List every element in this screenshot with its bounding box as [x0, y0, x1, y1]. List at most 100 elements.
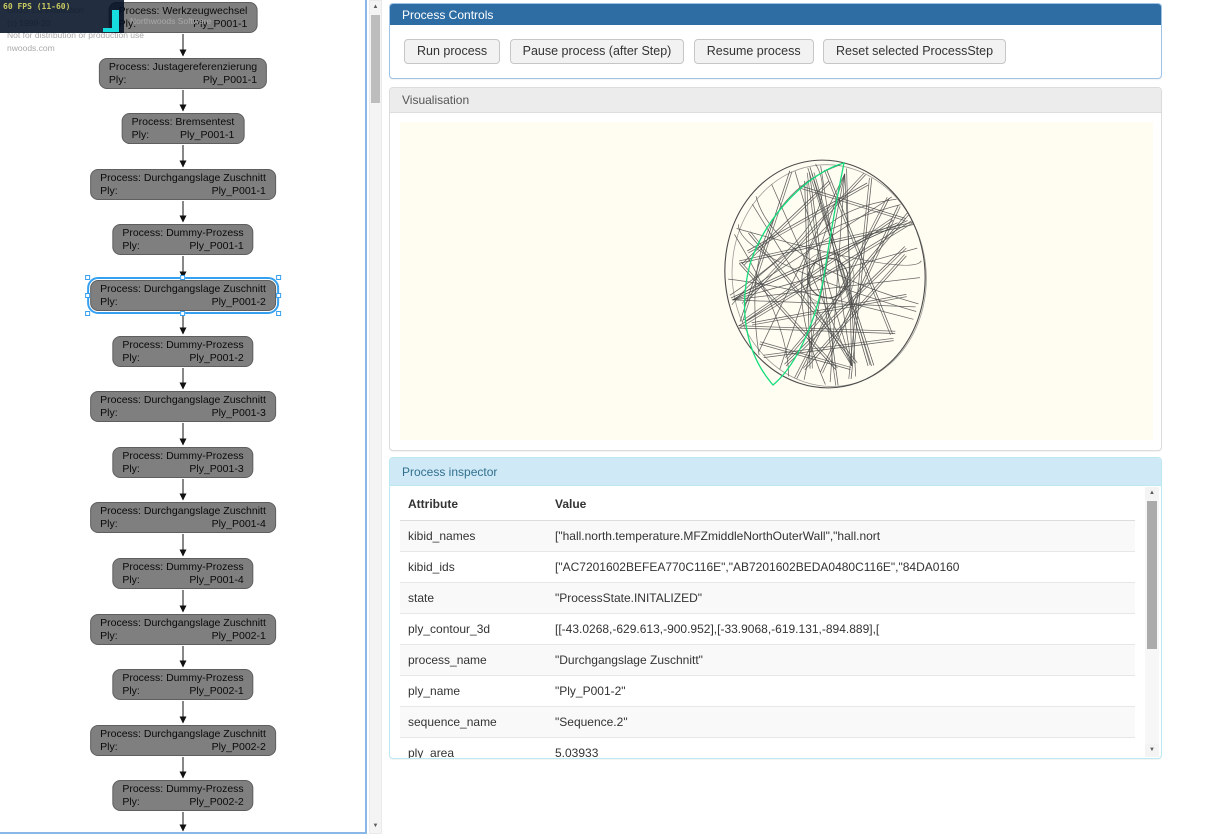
process-inspector-panel: Process inspector Attribute Value kibid_… [389, 457, 1162, 759]
attribute-table: Attribute Value kibid_names["hall.north.… [400, 488, 1135, 758]
table-row: ply_contour_3d[[-43.0268,-629.613,-900.9… [400, 614, 1135, 645]
attribute-cell: state [400, 583, 547, 614]
node-process-label: Process: Dummy-Prozess [122, 561, 243, 574]
value-cell: ["hall.north.temperature.MFZmiddleNorthO… [547, 521, 1135, 552]
node-ply-value: Ply_P001-2 [212, 296, 266, 309]
value-cell: "Ply_P001-2" [547, 676, 1135, 707]
node-ply-value: Ply_P002-1 [212, 630, 266, 643]
node-ply-label: Ply: [100, 630, 118, 643]
node-ply-value: Ply_P001-1 [189, 240, 243, 253]
node-ply-label: Ply: [122, 685, 140, 698]
inspector-scrollbar[interactable]: ▲ ▼ [1145, 487, 1159, 757]
process-controls-body: Run process Pause process (after Step) R… [390, 25, 1161, 78]
attribute-cell: ply_contour_3d [400, 614, 547, 645]
node-process-label: Process: Dummy-Prozess [122, 450, 243, 463]
scrollbar-thumb[interactable] [1147, 501, 1157, 649]
node-process-label: Process: Bremsentest [132, 116, 235, 129]
run-process-button[interactable]: Run process [404, 39, 500, 64]
process-node[interactable]: Process: Durchgangslage ZuschnittPly:Ply… [90, 725, 276, 756]
node-process-label: Process: Dummy-Prozess [122, 672, 243, 685]
diagram-scrollbar[interactable]: ▲ ▼ [369, 0, 382, 834]
table-header-row: Attribute Value [400, 488, 1135, 521]
node-process-label: Process: Durchgangslage Zuschnitt [100, 172, 266, 185]
selection-handle[interactable] [85, 311, 90, 316]
process-node[interactable]: Process: Dummy-ProzessPly:Ply_P001-3 [112, 447, 253, 478]
visualisation-body [390, 113, 1161, 450]
node-ply-label: Ply: [122, 796, 140, 809]
selection-handle[interactable] [276, 275, 281, 280]
node-ply-value: Ply_P001-4 [189, 574, 243, 587]
process-node-selected[interactable]: Process: Durchgangslage ZuschnittPly: Ply… [90, 280, 276, 311]
watermark-line: Northwoods Software [130, 16, 211, 26]
node-ply-value: Ply_P001-3 [212, 407, 266, 420]
process-node[interactable]: Process: Durchgangslage ZuschnittPly: Ply… [90, 169, 276, 200]
process-node[interactable]: Process: Dummy-ProzessPly:Ply_P001-2 [112, 336, 253, 367]
scroll-down-icon[interactable]: ▼ [1145, 744, 1159, 757]
process-node[interactable]: Process: Durchgangslage ZuschnittPly:Ply… [90, 502, 276, 533]
fps-graph-bar [103, 28, 119, 32]
node-ply-value: Ply_P001-1 [203, 74, 257, 87]
value-cell: "Sequence.2" [547, 707, 1135, 738]
process-node[interactable]: Process: Dummy-ProzessPly: Ply_P002-2 [112, 780, 253, 811]
node-ply-label: Ply: [100, 296, 118, 309]
node-ply-label: Ply: [132, 129, 150, 142]
process-node[interactable]: Process: JustagereferenzierungPly: Ply_P0… [99, 58, 267, 89]
node-ply-label: Ply: [109, 74, 127, 87]
process-inspector-body: Attribute Value kibid_names["hall.north.… [390, 486, 1161, 758]
value-cell: ["AC7201602BEFEA770C116E","AB7201602BEDA… [547, 552, 1135, 583]
node-ply-value: Ply_P002-2 [189, 796, 243, 809]
scroll-up-icon[interactable]: ▲ [1145, 487, 1159, 500]
column-header-value: Value [547, 488, 1135, 521]
ply-wireframe-view[interactable] [400, 122, 1153, 440]
selection-handle[interactable] [85, 293, 90, 298]
node-ply-value: Ply_P001-1 [212, 185, 266, 198]
visualisation-panel: Visualisation [389, 87, 1162, 451]
selection-handle[interactable] [180, 275, 185, 280]
node-process-label: Process: Durchgangslage Zuschnitt [100, 505, 266, 518]
process-node[interactable]: Process: Dummy-ProzessPly:Ply_P001-4 [112, 558, 253, 589]
process-node[interactable]: Process: Durchgangslage ZuschnittPly:Ply… [90, 614, 276, 645]
selection-handle[interactable] [85, 275, 90, 280]
process-node[interactable]: Process: Durchgangslage ZuschnittPly:Ply… [90, 391, 276, 422]
process-node[interactable]: Process: Dummy-ProzessPly: Ply_P002-1 [112, 669, 253, 700]
node-ply-value: Ply_P002-1 [189, 685, 243, 698]
process-inspector-header: Process inspector [390, 458, 1161, 486]
node-ply-label: Ply: [100, 185, 118, 198]
node-ply-label: Ply: [100, 518, 118, 531]
selection-handle[interactable] [276, 311, 281, 316]
fps-meter: 60 FPS (11-60) [0, 0, 124, 33]
value-cell: [[-43.0268,-629.613,-900.952],[-33.9068,… [547, 614, 1135, 645]
value-cell: "Durchgangslage Zuschnitt" [547, 645, 1135, 676]
selection-handle[interactable] [276, 293, 281, 298]
scrollbar-thumb[interactable] [371, 15, 380, 103]
process-node[interactable]: Process: BremsentestPly: Ply_P001-1 [122, 113, 245, 144]
node-process-label: Process: Durchgangslage Zuschnitt [100, 728, 266, 741]
node-process-label: Process: Dummy-Prozess [122, 783, 243, 796]
node-process-label: Process: Durchgangslage Zuschnitt [100, 283, 266, 296]
scroll-up-icon[interactable]: ▲ [370, 1, 381, 14]
selection-handle[interactable] [180, 311, 185, 316]
process-node[interactable]: Process: Dummy-ProzessPly:Ply_P001-1 [112, 224, 253, 255]
watermark-line: nwoods.com [7, 42, 144, 55]
node-ply-value: Ply_P001-3 [189, 463, 243, 476]
attribute-cell: kibid_names [400, 521, 547, 552]
table-row: sequence_name"Sequence.2" [400, 707, 1135, 738]
column-header-attribute: Attribute [400, 488, 547, 521]
attribute-cell: process_name [400, 645, 547, 676]
node-ply-label: Ply: [122, 240, 140, 253]
value-cell: "ProcessState.INITALIZED" [547, 583, 1135, 614]
resume-process-button[interactable]: Resume process [694, 39, 814, 64]
node-ply-label: Ply: [122, 352, 140, 365]
scroll-down-icon[interactable]: ▼ [370, 820, 381, 833]
panel-title: Visualisation [402, 93, 469, 107]
node-process-label: Process: Justagereferenzierung [109, 61, 257, 74]
node-ply-value: Ply_P001-1 [180, 129, 234, 142]
fps-label: 60 FPS (11-60) [0, 0, 124, 11]
node-process-label: Process: Dummy-Prozess [122, 339, 243, 352]
table-row: state"ProcessState.INITALIZED" [400, 583, 1135, 614]
table-row: ply_area5.03933 [400, 738, 1135, 759]
value-cell: 5.03933 [547, 738, 1135, 759]
reset-processstep-button[interactable]: Reset selected ProcessStep [823, 39, 1006, 64]
pause-process-button[interactable]: Pause process (after Step) [510, 39, 685, 64]
process-flow-diagram[interactable]: GoJS 1.8 evaluation (c) 1998-20 Not for … [0, 0, 367, 834]
